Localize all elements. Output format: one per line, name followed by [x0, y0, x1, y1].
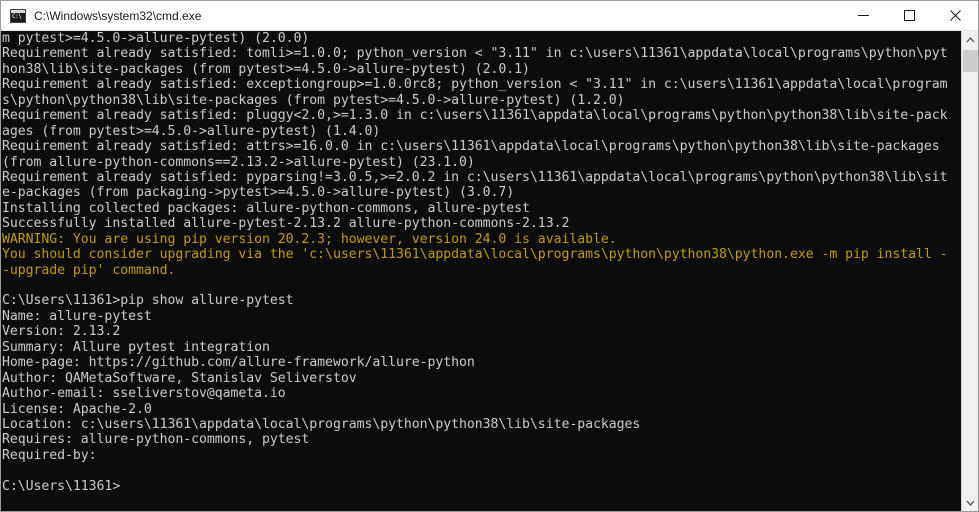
scroll-up-button[interactable] [961, 31, 978, 48]
console-line: Version: 2.13.2 [2, 324, 121, 340]
console-line: You should consider upgrading via the 'c… [2, 247, 948, 263]
console-line: e-packages (from packaging->pytest>=4.5.… [2, 185, 515, 201]
console-line: WARNING: You are using pip version 20.2.… [2, 231, 617, 247]
maximize-button[interactable] [886, 1, 932, 30]
maximize-icon [903, 10, 915, 21]
scroll-down-button[interactable] [961, 494, 978, 511]
console-line: ages (from pytest>=4.5.0->allure-pytest)… [2, 123, 381, 139]
console-line: Installing collected packages: allure-py… [2, 200, 530, 216]
console-line: -upgrade pip' command. [2, 262, 176, 278]
console-line: (from allure-python-commons==2.13.2->all… [2, 154, 475, 170]
console-line: Requires: allure-python-commons, pytest [2, 432, 310, 448]
console-line: hon38\lib\site-packages (from pytest>=4.… [2, 61, 530, 77]
console-area: m pytest>=4.5.0->allure-pytest) (2.0.0) R… [1, 31, 978, 511]
console-line: Location: c:\users\11361\appdata\local\p… [2, 416, 641, 432]
console-icon: C:\ [10, 8, 26, 23]
console-line: License: Apache-2.0 [2, 401, 152, 417]
console-line: Summary: Allure pytest integration [2, 339, 270, 355]
console-line: s\python\python38\lib\site-packages (fro… [2, 92, 625, 108]
console-line: Requirement already satisfied: exception… [2, 77, 948, 93]
console-line: Name: allure-pytest [2, 308, 152, 324]
console-icon-glyph: C:\ [12, 12, 22, 20]
console-line: Author: QAMetaSoftware, Stanislav Selive… [2, 370, 357, 386]
scrollbar-track[interactable] [962, 48, 979, 494]
vertical-scrollbar[interactable] [961, 31, 978, 511]
console-line: Author-email: sseliverstov@qameta.io [2, 386, 286, 402]
cmd-window: C:\ C:\Windows\system32\cmd.exe m pytest… [0, 0, 979, 512]
console-line: C:\Users\11361> [2, 478, 121, 494]
window-title: C:\Windows\system32\cmd.exe [34, 8, 202, 23]
console-line: Requirement already satisfied: tomli>=1.… [2, 46, 948, 62]
console-line: Requirement already satisfied: pyparsing… [2, 169, 948, 185]
console-output[interactable]: m pytest>=4.5.0->allure-pytest) (2.0.0) R… [1, 31, 961, 511]
scrollbar-thumb[interactable] [962, 50, 978, 72]
console-line: Successfully installed allure-pytest-2.1… [2, 216, 570, 232]
console-line: Home-page: https://github.com/allure-fra… [2, 355, 475, 371]
minimize-button[interactable] [840, 1, 886, 30]
chevron-up-icon [966, 36, 974, 42]
console-line: Required-by: [2, 447, 97, 463]
chevron-down-icon [966, 500, 974, 506]
minimize-icon [857, 15, 869, 16]
console-line: Requirement already satisfied: attrs>=16… [2, 139, 940, 155]
window-controls [840, 1, 978, 30]
close-button[interactable] [932, 1, 978, 30]
console-line: Requirement already satisfied: pluggy<2.… [2, 108, 948, 124]
console-line: m pytest>=4.5.0->allure-pytest) (2.0.0) [2, 31, 310, 46]
close-icon [949, 10, 961, 21]
console-line: C:\Users\11361>pip show allure-pytest [2, 293, 294, 309]
title-bar[interactable]: C:\ C:\Windows\system32\cmd.exe [1, 1, 978, 31]
